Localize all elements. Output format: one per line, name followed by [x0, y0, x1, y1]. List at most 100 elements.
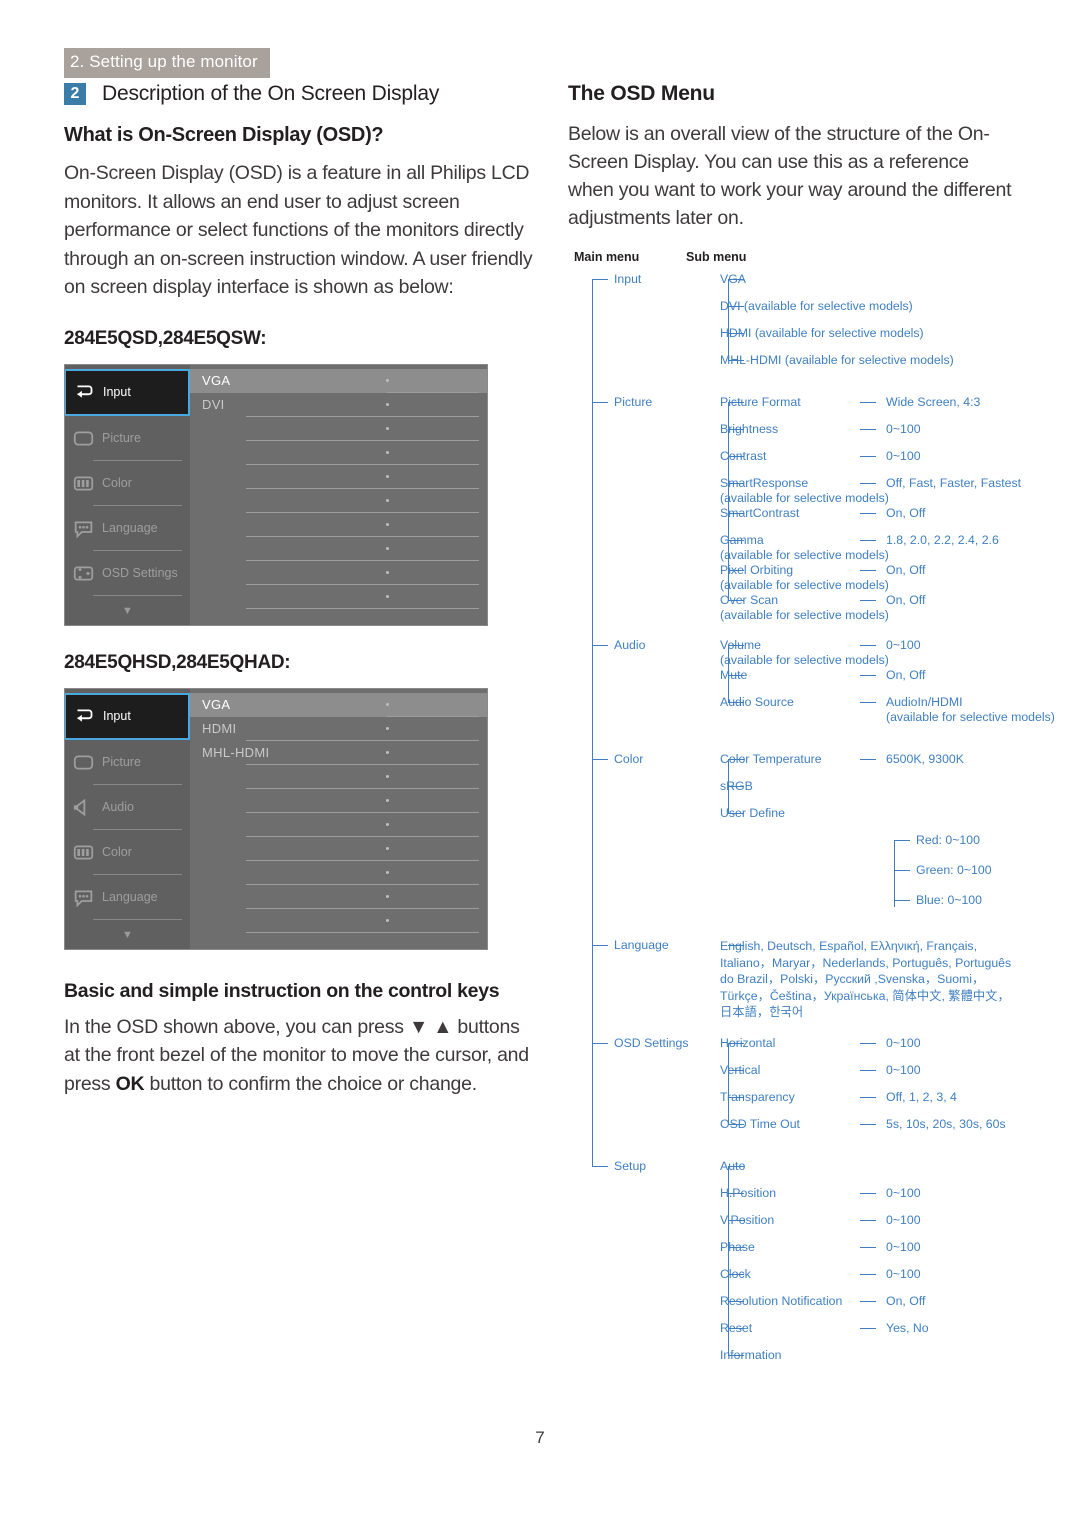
osd2-row-label: HDMI	[202, 721, 237, 736]
tree-sub-spine	[728, 1165, 729, 1355]
tree-connector-dash	[860, 759, 876, 760]
osd2-row-vga[interactable]: VGA	[190, 692, 487, 717]
osd1-item-color[interactable]: Color	[65, 461, 190, 506]
tree-sub-value	[852, 1159, 1018, 1174]
tree-sub-cell: VGA DVI (available for selective models) H…	[686, 272, 1044, 380]
tree-sub-value: 1.8, 2.0, 2.2, 2.4, 2.6	[852, 533, 1021, 548]
tree-sub-name[interactable]: DVI (available for selective models)	[720, 299, 1010, 314]
osd1-row-vga[interactable]: VGA	[190, 368, 487, 393]
osd1-item-input[interactable]: Input	[65, 368, 190, 416]
tree-sub-cell: Volume 0~100 (available for selective mode…	[686, 638, 1055, 737]
tree-connector-dash	[860, 483, 876, 484]
tree-value-label: 0~100	[886, 1239, 921, 1254]
tree-value-label: 0~100	[886, 422, 921, 436]
tree-group-color: Color Color Temperature 6500K, 9300K sRGB Us…	[568, 752, 1018, 923]
osd2-row-label: MHL-HDMI	[202, 745, 270, 760]
row-dot-icon	[386, 426, 389, 430]
tree-group-spacer	[568, 380, 1018, 395]
tree-sub-value	[1010, 299, 1044, 314]
tree-connector-dash	[728, 813, 744, 814]
osd-menu-tree: Input VGA DVI (available for selective mod…	[568, 272, 1055, 1390]
row-dot-icon	[386, 546, 389, 550]
tree-sub-spine	[728, 759, 729, 813]
osd1-row-empty	[190, 561, 487, 585]
tree-main-label[interactable]: Language	[614, 938, 669, 953]
tree-connector-dash	[728, 570, 744, 571]
osd2-label-audio: Audio	[102, 800, 134, 814]
row-dot-icon	[386, 750, 389, 754]
osd2-row-label: VGA	[202, 697, 231, 712]
tree-sub-cell: Auto H.Position 0~100 V.Position 0~100 Phase 0…	[686, 1159, 1018, 1375]
tree-connector-dash	[728, 1219, 744, 1221]
tree-main-cell: Audio	[568, 638, 686, 737]
osd2-row-mhl-hdmi[interactable]: MHL-HDMI	[190, 741, 487, 765]
tree-main-label[interactable]: Input	[614, 272, 641, 287]
row-dot-icon	[386, 378, 389, 382]
tree-sub-cell: English, Deutsch, Español, Ελληνική, Fra…	[686, 938, 1020, 1021]
tree-connector-dash	[592, 1165, 608, 1167]
tree-sub-name[interactable]: HDMI (available for selective models)	[720, 326, 1010, 341]
tree-sub-value: 0~100	[852, 1267, 1018, 1282]
osd1-item-picture[interactable]: Picture	[65, 416, 190, 461]
section-title: Description of the On Screen Display	[102, 82, 440, 105]
osd1-row-label: VGA	[202, 373, 231, 388]
row-dot-icon	[386, 702, 389, 706]
tree-sub-value: 0~100	[852, 449, 1021, 464]
tree-main-label[interactable]: Setup	[614, 1159, 646, 1174]
tree-sub-value	[852, 779, 1018, 794]
speech-bubble-icon	[73, 887, 94, 908]
osd2-item-audio[interactable]: Audio	[65, 785, 190, 830]
tree-connector-dash	[860, 1069, 876, 1071]
osd1-row-dvi[interactable]: DVI	[190, 393, 487, 417]
tree-main-label[interactable]: Picture	[614, 395, 652, 410]
osd2-scroll-down-icon[interactable]: ▼	[65, 929, 190, 941]
picture-frame-icon	[73, 752, 94, 773]
tree-value-label: Wide Screen, 4:3	[886, 395, 981, 409]
osd1-item-language[interactable]: Language	[65, 506, 190, 551]
tree-group-spacer	[568, 737, 1018, 752]
tree-sub-value: 0~100	[852, 1186, 1018, 1201]
tree-sub-value: On, Off	[852, 593, 1021, 608]
tree-sub-value: On, Off	[852, 668, 1055, 683]
control-keys-heading: Basic and simple instruction on the cont…	[64, 979, 500, 1002]
tree-connector-dash	[728, 429, 744, 430]
osd2-options-list: VGA HDMI MHL-HDMI	[190, 689, 487, 949]
tree-main-label[interactable]: OSD Settings	[614, 1036, 689, 1051]
osd2-item-language[interactable]: Language	[65, 875, 190, 920]
tree-availability-note: (available for selective models)	[720, 491, 889, 505]
osd2-item-input[interactable]: Input	[65, 692, 190, 740]
tree-sub-name[interactable]: Audio Source	[720, 695, 852, 725]
osd1-scroll-down-icon[interactable]: ▼	[65, 605, 190, 617]
row-dot-icon	[386, 918, 389, 922]
tree-sub-name[interactable]: MHL-HDMI (available for selective models…	[720, 353, 1010, 368]
tree-main-label[interactable]: Color	[614, 752, 643, 767]
tree-connector-dash	[860, 1219, 876, 1221]
tree-group-spacer	[568, 623, 1018, 638]
tree-group-osd-settings: OSD Settings Horizontal 0~100 Vertical 0~100…	[568, 1036, 1018, 1144]
tree-sub-value: Yes, No	[852, 1321, 1018, 1336]
tree-language-list: English, Deutsch, Español, Ελληνική, Fra…	[720, 939, 1012, 1019]
tree-sub-row: SmartResponse Off, Fast, Faster, Fastest	[720, 476, 1021, 491]
tree-sub-row: H.Position 0~100	[720, 1186, 1018, 1201]
tree-value-label: 0~100	[886, 1185, 921, 1200]
osd2-row-hdmi[interactable]: HDMI	[190, 717, 487, 741]
osd2-item-picture[interactable]: Picture	[65, 740, 190, 785]
running-header: 2. Setting up the monitor	[64, 48, 270, 78]
tree-sub-row: Volume 0~100	[720, 638, 1055, 653]
tree-group-language: Language English, Deutsch, Español, Ελλην…	[568, 938, 1018, 1021]
tree-main-label[interactable]: Audio	[614, 638, 645, 653]
tree-sub-value	[1010, 326, 1044, 341]
row-dot-icon	[386, 594, 389, 598]
osd2-item-color[interactable]: Color	[65, 830, 190, 875]
osd1-item-osd-settings[interactable]: OSD Settings	[65, 551, 190, 596]
osd-subheading: What is On-Screen Display (OSD)?	[64, 124, 384, 146]
